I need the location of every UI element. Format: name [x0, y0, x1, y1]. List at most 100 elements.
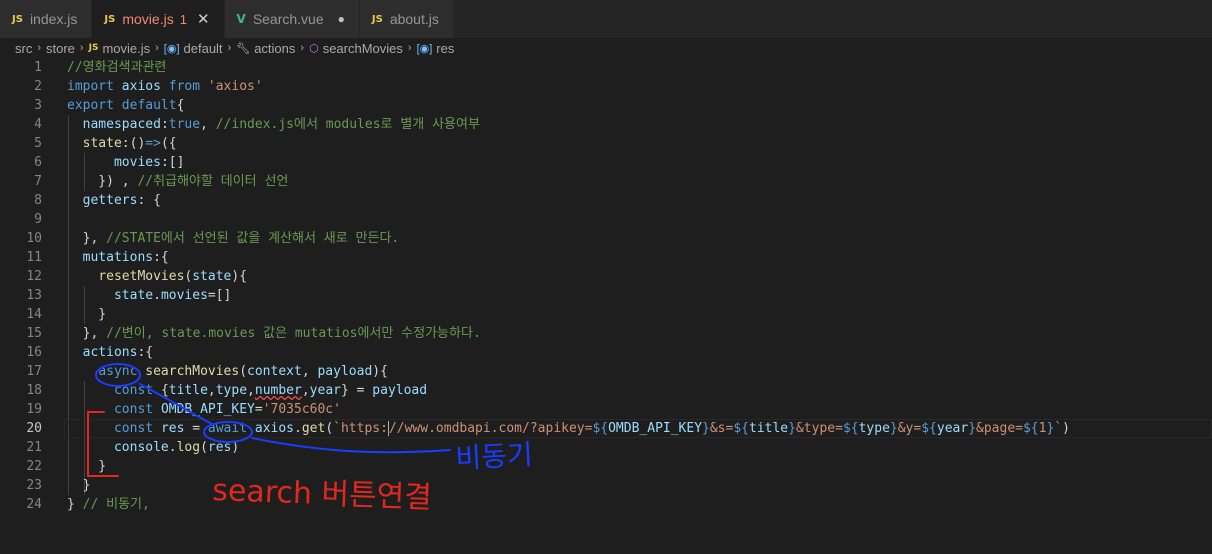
line-number: 5: [34, 136, 42, 151]
breadcrumb-actions[interactable]: actions: [254, 41, 295, 56]
line-number: 11: [26, 250, 42, 265]
problem-count-badge: 1: [179, 11, 187, 27]
line-number: 17: [26, 364, 42, 379]
code-line[interactable]: 19 const OMDB_API_KEY='7035c60c': [0, 400, 1212, 419]
line-code: }, //STATE에서 선언된 값을 계산해서 새로 만든다.: [67, 231, 400, 246]
line-number: 24: [26, 497, 42, 512]
line-code: actions:{: [82, 345, 154, 360]
code-line[interactable]: 2 import axios from 'axios': [0, 77, 1212, 96]
line-code: //영화검색과관련: [67, 60, 167, 75]
breadcrumb-res[interactable]: res: [436, 41, 454, 56]
breadcrumb-default[interactable]: default: [184, 41, 223, 56]
chevron-right-icon: ›: [79, 42, 84, 54]
tab-search-vue[interactable]: V Search.vue ●: [224, 0, 360, 38]
line-number: 12: [26, 269, 42, 284]
code-line[interactable]: 20 const res = await axios.get(`https://…: [0, 419, 1212, 438]
tab-bar: JS index.js JS movie.js 1 ✕ V Search.vue…: [0, 0, 1212, 38]
line-number: 19: [26, 402, 42, 417]
tab-label: about.js: [389, 11, 439, 27]
code-line[interactable]: 4 namespaced:true, //index.js에서 modules로…: [0, 115, 1212, 134]
line-number: 1: [34, 60, 42, 75]
js-file-icon: JS: [104, 13, 116, 25]
line-code: const OMDB_API_KEY='7035c60c': [113, 402, 341, 417]
line-number: 13: [26, 288, 42, 303]
vue-file-icon: V: [236, 12, 246, 26]
line-number: 2: [34, 79, 42, 94]
line-number: 23: [26, 478, 42, 493]
variable-icon: [◉]: [163, 42, 180, 55]
chevron-right-icon: ›: [37, 42, 42, 54]
tab-label: Search.vue: [252, 11, 324, 27]
line-code: }: [67, 307, 107, 322]
unsaved-dot-icon[interactable]: ●: [338, 12, 345, 26]
line-number: 10: [26, 231, 42, 246]
code-line[interactable]: 21 console.log(res): [0, 438, 1212, 457]
line-code: resetMovies(state){: [98, 269, 248, 284]
method-cube-icon: ⬡: [309, 42, 319, 55]
line-code: } // 비동기,: [67, 497, 150, 512]
code-line[interactable]: 10 }, //STATE에서 선언된 값을 계산해서 새로 만든다.: [0, 229, 1212, 248]
breadcrumb-file[interactable]: movie.js: [102, 41, 150, 56]
line-number: 20: [26, 421, 42, 436]
breadcrumb-store[interactable]: store: [46, 41, 75, 56]
js-file-icon: JS: [88, 43, 99, 53]
line-number: 21: [26, 440, 42, 455]
line-number: 9: [34, 212, 42, 227]
breadcrumb-searchmovies[interactable]: searchMovies: [323, 41, 403, 56]
line-code: import axios from 'axios': [67, 79, 263, 94]
code-line[interactable]: 24 } // 비동기,: [0, 495, 1212, 514]
line-number: 14: [26, 307, 42, 322]
chevron-right-icon: ›: [407, 42, 412, 54]
line-code: }: [67, 459, 107, 474]
chevron-right-icon: ›: [227, 42, 232, 54]
code-line[interactable]: 16 actions:{: [0, 343, 1212, 362]
line-code: async searchMovies(context, payload){: [98, 364, 388, 379]
line-code: }: [67, 478, 91, 493]
breadcrumb-src[interactable]: src: [15, 41, 32, 56]
breadcrumb: src › store › JS movie.js › [◉] default …: [0, 38, 1212, 58]
line-number: 8: [34, 193, 42, 208]
variable-icon: [◉]: [416, 42, 433, 55]
code-line[interactable]: 11 mutations:{: [0, 248, 1212, 267]
line-number: 22: [26, 459, 42, 474]
chevron-right-icon: ›: [300, 42, 305, 54]
tab-about-js[interactable]: JS about.js: [359, 0, 454, 38]
code-line[interactable]: 5 state:()=>({: [0, 134, 1212, 153]
close-icon[interactable]: ✕: [197, 10, 210, 28]
code-line[interactable]: 15 }, //변이, state.movies 값은 mutatios에서만 …: [0, 324, 1212, 343]
line-number: 6: [34, 155, 42, 170]
line-code: getters: {: [82, 193, 161, 208]
line-code: }) , //취급해야할 데이터 선언: [67, 174, 289, 189]
js-file-icon: JS: [371, 13, 383, 25]
code-line[interactable]: 22 }: [0, 457, 1212, 476]
tab-index-js[interactable]: JS index.js: [0, 0, 93, 38]
line-number: 7: [34, 174, 42, 189]
code-line[interactable]: 6 movies:[]: [0, 153, 1212, 172]
code-editor[interactable]: 1 //영화검색과관련 2 import axios from 'axios' 3 exp…: [0, 58, 1212, 554]
code-line[interactable]: 1 //영화검색과관련: [0, 58, 1212, 77]
line-code: }, //변이, state.movies 값은 mutatios에서만 수정가…: [67, 326, 481, 341]
code-line[interactable]: 12 resetMovies(state){: [0, 267, 1212, 286]
chevron-right-icon: ›: [155, 42, 159, 54]
code-line[interactable]: 17 async searchMovies(context, payload){: [0, 362, 1212, 381]
line-code: const res = await axios.get(`https://www…: [113, 421, 1070, 436]
line-code: state:()=>({: [82, 136, 177, 151]
line-number: 3: [34, 98, 42, 113]
code-line[interactable]: 18 const {title,type,number,year} = payl…: [0, 381, 1212, 400]
code-line[interactable]: 9: [0, 210, 1212, 229]
code-line[interactable]: 13 state.movies=[]: [0, 286, 1212, 305]
tab-movie-js[interactable]: JS movie.js 1 ✕: [92, 0, 225, 38]
wrench-icon: 🔧︎: [236, 42, 251, 55]
code-line[interactable]: 23 }: [0, 476, 1212, 495]
code-line[interactable]: 3 export default{: [0, 96, 1212, 115]
code-line[interactable]: 8 getters: {: [0, 191, 1212, 210]
code-line[interactable]: 7 }) , //취급해야할 데이터 선언: [0, 172, 1212, 191]
tab-label: movie.js: [122, 11, 174, 27]
line-code: export default{: [67, 98, 185, 113]
line-number: 15: [26, 326, 42, 341]
js-file-icon: JS: [12, 13, 23, 25]
line-number: 18: [26, 383, 42, 398]
line-number: 16: [26, 345, 42, 360]
line-number: 4: [34, 117, 42, 132]
code-line[interactable]: 14 }: [0, 305, 1212, 324]
